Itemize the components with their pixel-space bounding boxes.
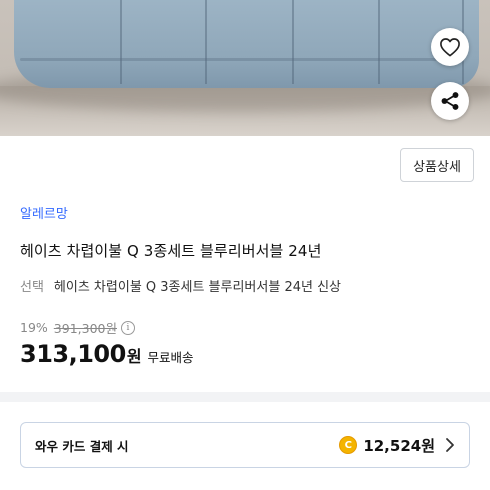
heart-icon [440, 38, 460, 57]
wishlist-button[interactable] [431, 28, 469, 66]
shipping-badge: 무료배송 [147, 350, 194, 365]
quilt-stitch [292, 0, 294, 84]
quilt-image [14, 0, 479, 88]
discount-rate: 19% [20, 320, 48, 335]
sale-price: 313,100 [20, 340, 126, 368]
brand-link[interactable]: 알레르망 [20, 203, 68, 222]
quilt-stitch [205, 0, 207, 84]
option-value: 헤이츠 차렵이불 Q 3종세트 블루리버서블 24년 신상 [53, 280, 342, 295]
price-unit: 원 [126, 347, 142, 366]
section-divider [0, 392, 490, 402]
sale-price-row: 313,100 원 무료배송 [20, 340, 194, 368]
option-selector[interactable]: 선택 헤이츠 차렵이불 Q 3종세트 블루리버서블 24년 신상 [20, 276, 341, 295]
product-image[interactable] [0, 0, 490, 136]
quilt-stitch [378, 0, 380, 84]
original-price: 391,300원 [53, 321, 117, 336]
share-button[interactable] [431, 82, 469, 120]
option-label: 선택 [20, 280, 44, 295]
card-benefit-banner[interactable]: 와우 카드 결제 시 C 12,524원 [20, 422, 470, 468]
cashback-amount: 12,524원 [363, 436, 435, 455]
product-title: 헤이츠 차렵이불 Q 3종세트 블루리버서블 24년 [20, 242, 322, 260]
quilt-stitch [120, 0, 122, 84]
quilt-hem [20, 58, 460, 61]
card-benefit-label: 와우 카드 결제 시 [35, 438, 129, 454]
share-icon [441, 92, 459, 110]
original-price-row: 19% 391,300원 i [20, 318, 135, 337]
chevron-right-icon [446, 438, 454, 452]
card-benefit-value: C 12,524원 [339, 435, 455, 456]
product-detail-button[interactable]: 상품상세 [400, 148, 474, 182]
coupang-cash-icon: C [339, 436, 358, 454]
info-icon[interactable]: i [121, 320, 135, 335]
